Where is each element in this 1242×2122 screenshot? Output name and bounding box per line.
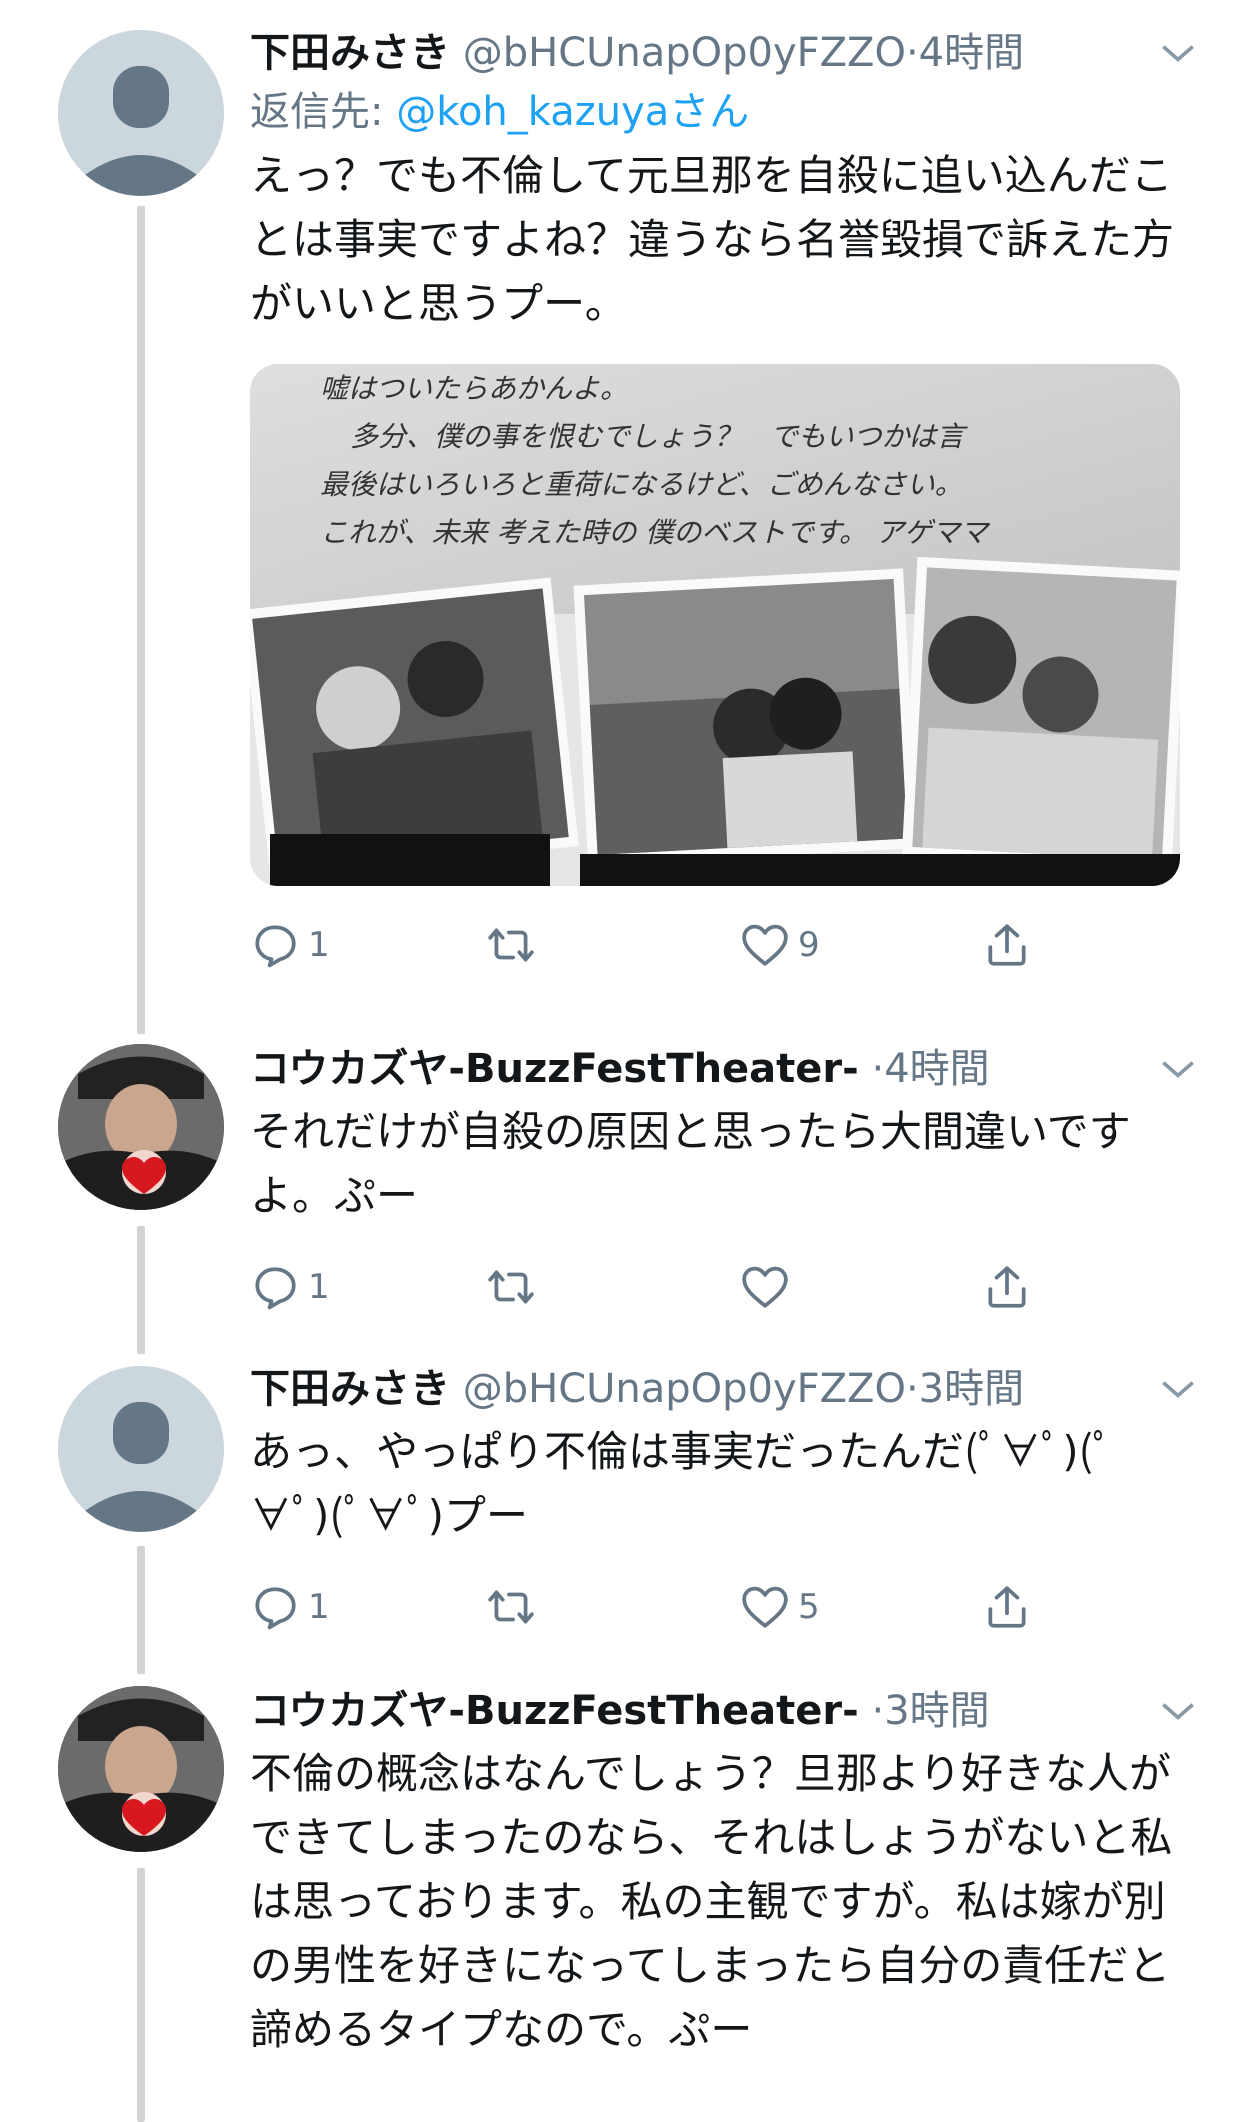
tweet-actions: 1 9 bbox=[250, 910, 1190, 980]
default-profile-icon bbox=[58, 1366, 224, 1532]
tweet-header: コウカズヤ-BuzzFestTheater- ·3時間 bbox=[250, 1682, 1190, 1740]
handwritten-line: これが、未来 考えた時の 僕のベストです。 アゲママ bbox=[320, 516, 991, 549]
heart-icon bbox=[742, 1586, 788, 1628]
handwritten-line: 嘘はついたらあかんよ。 bbox=[320, 372, 628, 405]
like-button[interactable] bbox=[740, 1252, 798, 1322]
share-button[interactable] bbox=[982, 1252, 1032, 1322]
tweet-header: 下田みさき @bHCUnapOp0yFZZO·4時間 bbox=[250, 24, 1190, 82]
tweet[interactable]: 下田みさき @bHCUnapOp0yFZZO·3時間 あっ、やっぱり不倫は事実だ… bbox=[250, 1360, 1194, 1642]
thread-line bbox=[137, 1226, 145, 1354]
like-button[interactable]: 9 bbox=[740, 910, 820, 980]
heart-icon bbox=[742, 1266, 788, 1308]
separator: · bbox=[871, 1688, 885, 1734]
reply-count: 1 bbox=[308, 1267, 330, 1307]
photo-collage: 嘘はついたらあかんよ。 多分、僕の事を恨むでしょう？ でもいつかは言 最後はいろ… bbox=[250, 364, 1180, 886]
default-profile-icon bbox=[58, 30, 224, 196]
reply-count: 1 bbox=[308, 925, 330, 965]
avatar[interactable] bbox=[58, 1366, 224, 1532]
chevron-down-icon[interactable] bbox=[1156, 1690, 1200, 1734]
avatar[interactable] bbox=[58, 30, 224, 196]
share-icon bbox=[988, 1266, 1026, 1308]
reply-label: 返信先: bbox=[250, 89, 384, 135]
separator: · bbox=[871, 1046, 885, 1092]
like-count: 9 bbox=[798, 925, 820, 965]
tweet-header: コウカズヤ-BuzzFestTheater- ·4時間 bbox=[250, 1040, 1190, 1098]
timestamp[interactable]: 4時間 bbox=[884, 1046, 989, 1092]
tweet[interactable]: コウカズヤ-BuzzFestTheater- ·4時間 それだけが自殺の原因と思… bbox=[250, 1040, 1194, 1322]
tweet-actions: 1 5 bbox=[250, 1572, 1190, 1642]
author-name[interactable]: 下田みさき bbox=[250, 30, 450, 76]
reply-button[interactable]: 1 bbox=[250, 1572, 330, 1642]
timestamp[interactable]: 3時間 bbox=[919, 1366, 1024, 1412]
timestamp[interactable]: 4時間 bbox=[919, 30, 1024, 76]
separator: · bbox=[905, 1366, 919, 1412]
share-button[interactable] bbox=[982, 910, 1032, 980]
avatar[interactable] bbox=[58, 1044, 224, 1210]
tweet-text: それだけが自殺の原因と思ったら大間違いですよ。ぷー bbox=[250, 1107, 1131, 1220]
tweet-text: あっ、やっぱり不倫は事実だったんだ(ﾟ∀ﾟ)(ﾟ∀ﾟ)(ﾟ∀ﾟ)プー bbox=[250, 1427, 1114, 1540]
reply-suffix: さん bbox=[669, 89, 750, 135]
share-icon bbox=[988, 1586, 1026, 1628]
share-button[interactable] bbox=[982, 1572, 1032, 1642]
tweet-header: 下田みさき @bHCUnapOp0yFZZO·3時間 bbox=[250, 1360, 1190, 1418]
author-handle[interactable]: @bHCUnapOp0yFZZO bbox=[463, 30, 906, 76]
retweet-icon bbox=[488, 928, 534, 962]
thread-line bbox=[137, 1546, 145, 1674]
author-name[interactable]: コウカズヤ-BuzzFestTheater- bbox=[250, 1046, 859, 1092]
tweet[interactable]: 下田みさき @bHCUnapOp0yFZZO·4時間 返信先: @koh_kaz… bbox=[250, 24, 1194, 980]
thread-line bbox=[137, 1868, 145, 2122]
like-count: 5 bbox=[798, 1587, 820, 1627]
timestamp[interactable]: 3時間 bbox=[884, 1688, 989, 1734]
handwritten-line: 最後はいろいろと重荷になるけど、ごめんなさい。 bbox=[320, 468, 963, 501]
tweet-text: えっ？でも不倫して元旦那を自殺に追い込んだことは事実ですよね？違うなら名誉毀損で… bbox=[250, 151, 1175, 328]
reply-icon bbox=[255, 1267, 296, 1310]
user-photo bbox=[58, 1686, 224, 1852]
share-icon bbox=[988, 924, 1026, 966]
reply-icon bbox=[255, 1587, 296, 1630]
retweet-button[interactable] bbox=[486, 910, 544, 980]
retweet-icon bbox=[488, 1270, 534, 1304]
tweet-text: 不倫の概念はなんでしょう？旦那より好きな人ができてしまったのなら、それはしょうが… bbox=[250, 1749, 1173, 2054]
author-name[interactable]: 下田みさき bbox=[250, 1366, 450, 1412]
chevron-down-icon[interactable] bbox=[1156, 1368, 1200, 1412]
reply-button[interactable]: 1 bbox=[250, 910, 330, 980]
user-photo bbox=[58, 1044, 224, 1210]
handwritten-line: 多分、僕の事を恨むでしょう？ でもいつかは言 bbox=[350, 420, 968, 453]
tweet-image[interactable]: 嘘はついたらあかんよ。 多分、僕の事を恨むでしょう？ でもいつかは言 最後はいろ… bbox=[250, 364, 1180, 886]
chevron-down-icon[interactable] bbox=[1156, 32, 1200, 76]
reply-context: 返信先: @koh_kazuyaさん bbox=[250, 82, 1190, 142]
tweet[interactable]: コウカズヤ-BuzzFestTheater- ·3時間 不倫の概念はなんでしょう… bbox=[250, 1682, 1194, 2062]
reply-user-link[interactable]: @koh_kazuya bbox=[396, 89, 669, 135]
reply-icon bbox=[255, 925, 296, 968]
retweet-button[interactable] bbox=[486, 1572, 544, 1642]
chevron-down-icon[interactable] bbox=[1156, 1048, 1200, 1092]
author-handle[interactable]: @bHCUnapOp0yFZZO bbox=[463, 1366, 906, 1412]
thread-line bbox=[137, 206, 145, 1034]
reply-count: 1 bbox=[308, 1587, 330, 1627]
heart-icon bbox=[742, 924, 788, 966]
author-name[interactable]: コウカズヤ-BuzzFestTheater- bbox=[250, 1688, 859, 1734]
retweet-button[interactable] bbox=[486, 1252, 544, 1322]
retweet-icon bbox=[488, 1590, 534, 1624]
reply-button[interactable]: 1 bbox=[250, 1252, 330, 1322]
avatar[interactable] bbox=[58, 1686, 224, 1852]
tweet-actions: 1 bbox=[250, 1252, 1190, 1322]
separator: · bbox=[905, 30, 919, 76]
like-button[interactable]: 5 bbox=[740, 1572, 820, 1642]
